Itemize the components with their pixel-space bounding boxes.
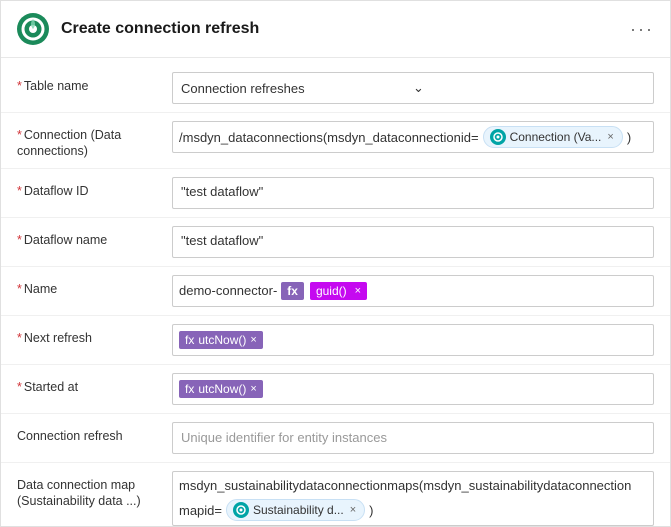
connection-refresh-control: Unique identifier for entity instances: [172, 422, 654, 454]
dataflow-id-input[interactable]: "test dataflow": [172, 177, 654, 209]
next-refresh-control: fx utcNow() ×: [172, 324, 654, 356]
table-name-row: *Table name Connection refreshes ⌄: [1, 66, 670, 110]
connection-chip-close[interactable]: ×: [607, 131, 613, 143]
connection-refresh-input[interactable]: Unique identifier for entity instances: [172, 422, 654, 454]
name-token-area[interactable]: demo-connector- fx guid() ×: [172, 275, 654, 307]
dataflow-name-control: "test dataflow": [172, 226, 654, 258]
connection-refresh-label: Connection refresh: [17, 422, 172, 444]
data-connection-map-label: Data connection map (Sustainability data…: [17, 471, 172, 510]
chevron-down-icon: ⌄: [413, 80, 645, 96]
next-refresh-input[interactable]: fx utcNow() ×: [172, 324, 654, 356]
more-options-button[interactable]: ···: [630, 19, 654, 40]
started-at-control: fx utcNow() ×: [172, 373, 654, 405]
form-body: *Table name Connection refreshes ⌄ *Conn…: [1, 58, 670, 526]
started-at-close-icon[interactable]: ×: [250, 383, 256, 395]
connection-label: *Connection (Data connections): [17, 121, 172, 160]
dataflow-name-input[interactable]: "test dataflow": [172, 226, 654, 258]
next-refresh-utcnow: utcNow(): [198, 333, 246, 347]
started-at-fx-icon: fx: [185, 382, 194, 396]
started-at-utcnow: utcNow(): [198, 382, 246, 396]
sustainability-chip-label: Sustainability d...: [253, 503, 344, 517]
dataflow-name-label: *Dataflow name: [17, 226, 172, 248]
guid-chip: guid() ×: [310, 282, 367, 300]
started-at-row: *Started at fx utcNow() ×: [1, 367, 670, 411]
connection-control: /msdyn_dataconnections(msdyn_dataconnect…: [172, 121, 654, 153]
next-refresh-fx-icon: fx: [185, 333, 194, 347]
data-connection-map-suffix: ): [369, 503, 373, 518]
started-at-fx-chip: fx utcNow() ×: [179, 380, 263, 398]
connection-suffix: ): [627, 130, 631, 145]
guid-close-icon[interactable]: ×: [355, 285, 361, 297]
sustainability-chip: Sustainability d... ×: [226, 499, 365, 521]
data-connection-map-input[interactable]: msdyn_sustainabilitydataconnectionmaps(m…: [172, 471, 654, 527]
name-prefix-text: demo-connector-: [179, 283, 277, 298]
next-refresh-row: *Next refresh fx utcNow() ×: [1, 318, 670, 362]
name-control: demo-connector- fx guid() ×: [172, 275, 654, 307]
name-row: *Name demo-connector- fx guid() ×: [1, 269, 670, 313]
guid-chip-label: guid(): [316, 284, 347, 298]
connection-chip-icon: [490, 129, 506, 145]
app-logo: [17, 13, 49, 45]
connection-refresh-row: Connection refresh Unique identifier for…: [1, 416, 670, 460]
table-name-dropdown[interactable]: Connection refreshes ⌄: [172, 72, 654, 104]
data-connection-map-line1: msdyn_sustainabilitydataconnectionmaps(m…: [179, 476, 647, 497]
header: Create connection refresh ···: [1, 1, 670, 58]
sustainability-chip-close[interactable]: ×: [350, 504, 356, 516]
connection-token-chip: Connection (Va... ×: [483, 126, 623, 148]
connection-token-area[interactable]: /msdyn_dataconnections(msdyn_dataconnect…: [172, 121, 654, 153]
next-refresh-label: *Next refresh: [17, 324, 172, 346]
dataflow-name-row: *Dataflow name "test dataflow": [1, 220, 670, 264]
connection-row: *Connection (Data connections) /msdyn_da…: [1, 115, 670, 166]
data-connection-map-row: Data connection map (Sustainability data…: [1, 465, 670, 527]
table-name-label: *Table name: [17, 72, 172, 94]
sustainability-chip-icon: [233, 502, 249, 518]
name-label: *Name: [17, 275, 172, 297]
dataflow-id-label: *Dataflow ID: [17, 177, 172, 199]
connection-refresh-placeholder: Unique identifier for entity instances: [181, 430, 387, 445]
connection-chip-label: Connection (Va...: [510, 130, 602, 144]
main-panel: Create connection refresh ··· *Table nam…: [0, 0, 671, 527]
panel-title: Create connection refresh: [61, 20, 630, 38]
dataflow-id-control: "test dataflow": [172, 177, 654, 209]
data-connection-map-prefix: mapid=: [179, 503, 222, 518]
started-at-input[interactable]: fx utcNow() ×: [172, 373, 654, 405]
data-connection-map-control: msdyn_sustainabilitydataconnectionmaps(m…: [172, 471, 654, 527]
dataflow-id-row: *Dataflow ID "test dataflow": [1, 171, 670, 215]
table-name-value: Connection refreshes: [181, 81, 413, 96]
table-name-control: Connection refreshes ⌄: [172, 72, 654, 104]
data-connection-map-line2: mapid= Sustainability d... × ): [179, 499, 374, 521]
started-at-label: *Started at: [17, 373, 172, 395]
fx-icon: fx: [281, 282, 304, 300]
next-refresh-fx-chip: fx utcNow() ×: [179, 331, 263, 349]
next-refresh-close-icon[interactable]: ×: [250, 334, 256, 346]
connection-prefix: /msdyn_dataconnections(msdyn_dataconnect…: [179, 130, 479, 145]
